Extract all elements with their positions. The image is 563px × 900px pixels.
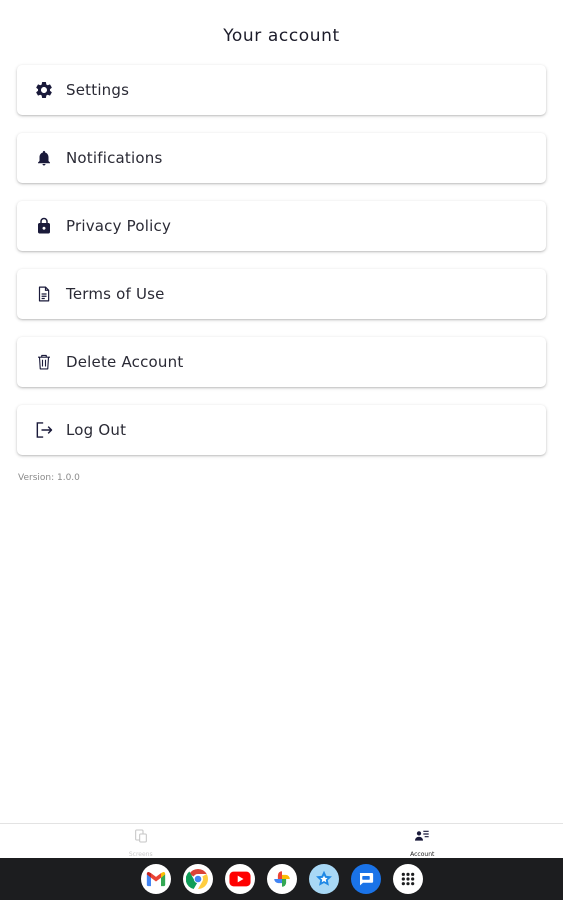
bottom-navigation: Screens Account [0,823,563,859]
notifications-button[interactable]: Notifications [17,133,546,183]
settings-label: Settings [66,81,130,99]
terms-of-use-label: Terms of Use [66,285,165,303]
gmail-icon[interactable] [140,864,171,894]
terms-of-use-button[interactable]: Terms of Use [17,269,546,319]
delete-account-label: Delete Account [66,353,184,371]
privacy-policy-button[interactable]: Privacy Policy [17,201,546,251]
logout-icon [34,420,54,440]
trash-icon [34,352,54,372]
photos-icon[interactable] [266,864,297,894]
lock-icon [34,216,54,236]
account-icon [414,828,430,848]
system-taskbar [0,858,563,900]
app-launcher-icon[interactable] [392,864,423,894]
app-store-icon[interactable] [308,864,339,894]
delete-account-button[interactable]: Delete Account [17,337,546,387]
document-icon [34,284,54,304]
notifications-label: Notifications [66,149,163,167]
logout-label: Log Out [66,421,127,439]
settings-button[interactable]: Settings [17,65,546,115]
tab-account[interactable]: Account [282,824,563,859]
chrome-icon[interactable] [182,864,213,894]
screens-icon [133,828,149,848]
gear-icon [34,80,54,100]
privacy-policy-label: Privacy Policy [66,217,172,235]
tab-account-label: Account [410,850,435,858]
messages-icon[interactable] [350,864,381,894]
app-screen: Your account Settings Notifications Priv… [0,0,563,900]
account-menu: Settings Notifications Privacy Policy Te… [17,65,546,473]
bell-icon [34,148,54,168]
logout-button[interactable]: Log Out [17,405,546,455]
version-text: Version: 1.0.0 [18,473,80,483]
youtube-icon[interactable] [224,864,255,894]
tab-screens-label: Screens [128,850,153,858]
page-title: Your account [223,26,340,46]
tab-screens[interactable]: Screens [0,824,282,859]
